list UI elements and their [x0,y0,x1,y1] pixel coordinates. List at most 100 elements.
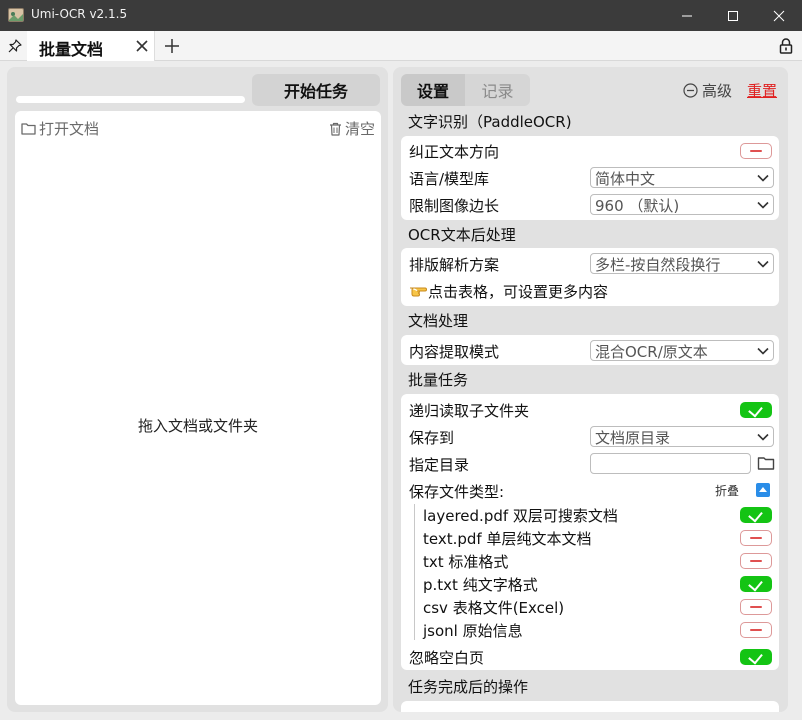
card-ocr: 纠正文本方向 语言/模型库 简体中文 限制图像边长 960 （默认) [401,136,779,220]
limit-side-select[interactable]: 960 （默认) [590,194,774,215]
row-language: 语言/模型库 简体中文 [401,166,779,189]
left-panel: 开始任务 打开文档 清空 拖入文档或文件夹 [7,67,388,712]
file-type-toggle-txt[interactable] [740,553,772,569]
card-after [401,701,779,712]
app-icon [8,8,24,22]
chevron-down-icon [757,201,769,209]
row-file-type: txt 标准格式 [401,549,779,572]
window-title: Umi-OCR v2.1.5 [31,7,128,21]
save-to-value: 文档原目录 [595,429,671,447]
clear-button[interactable]: 清空 [329,118,375,139]
minimize-button[interactable] [664,0,710,31]
correct-direction-toggle[interactable] [740,143,772,159]
card-batch: 递归读取子文件夹 保存到 文档原目录 指定目录 保存文件类型: 折叠 layer… [401,394,779,670]
drop-hint: 拖入文档或文件夹 [137,417,258,435]
recursive-toggle[interactable] [740,402,772,418]
save-to-select[interactable]: 文档原目录 [590,426,774,447]
tab-settings[interactable]: 设置 [401,74,465,106]
close-window-button[interactable] [756,0,802,31]
layout-label: 排版解析方案 [409,256,500,274]
row-correct-direction: 纠正文本方向 [401,139,779,162]
extract-mode-value: 混合OCR/原文本 [595,343,708,361]
tab-batch-docs[interactable]: 批量文档 [27,31,155,61]
card-doc: 内容提取模式 混合OCR/原文本 [401,335,779,365]
advanced-label: 高级 [702,82,733,100]
section-title-doc: 文档处理 [408,312,469,330]
file-type-label: layered.pdf 双层可搜索文档 [423,507,618,525]
row-table-hint: 点击表格，可设置更多内容 [401,279,779,302]
minimize-icon [682,15,692,16]
file-type-label: jsonl 原始信息 [423,622,523,640]
row-ignore-blank: 忽略空白页 [401,645,779,668]
tab-records[interactable]: 记录 [465,74,530,106]
collapse-icon[interactable] [756,483,770,497]
row-limit-side: 限制图像边长 960 （默认) [401,193,779,216]
start-task-button[interactable]: 开始任务 [252,74,380,106]
ignore-blank-toggle[interactable] [740,649,772,665]
limit-side-label: 限制图像边长 [409,197,500,215]
row-file-type: text.pdf 单层纯文本文档 [401,526,779,549]
add-tab-button[interactable] [160,35,184,57]
language-value: 简体中文 [595,170,656,188]
lock-button[interactable] [776,36,796,56]
close-icon [773,10,785,21]
minus-circle-icon [683,83,698,98]
file-types-label: 保存文件类型: [409,483,505,501]
trash-icon [329,122,341,136]
file-type-label: p.txt 纯文字格式 [423,576,538,594]
open-docs-button[interactable]: 打开文档 [21,118,99,139]
file-type-toggle-layered-pdf[interactable] [740,507,772,523]
layout-select[interactable]: 多栏-按自然段换行 [590,253,774,274]
clear-label: 清空 [344,120,375,138]
file-type-label: txt 标准格式 [423,553,509,571]
layout-value: 多栏-按自然段换行 [595,256,721,274]
chevron-down-icon [757,433,769,441]
tab-close-button[interactable] [132,36,152,56]
advanced-button[interactable]: 高级 [683,80,732,101]
correct-direction-label: 纠正文本方向 [409,143,500,161]
language-label: 语言/模型库 [409,170,490,188]
row-save-to: 保存到 文档原目录 [401,425,779,448]
row-recursive: 递归读取子文件夹 [401,398,779,421]
file-drop-area[interactable]: 打开文档 清空 拖入文档或文件夹 [15,111,381,705]
save-to-label: 保存到 [409,429,455,447]
row-file-type: layered.pdf 双层可搜索文档 [401,503,779,526]
plus-icon [165,39,179,53]
table-hint-text: 点击表格，可设置更多内容 [428,283,609,301]
collapse-button[interactable]: 折叠 [715,482,739,499]
extract-mode-select[interactable]: 混合OCR/原文本 [590,340,774,361]
language-select[interactable]: 简体中文 [590,167,774,188]
file-type-label: text.pdf 单层纯文本文档 [423,530,592,548]
target-dir-input[interactable] [590,453,751,474]
pointing-hand-icon [410,287,427,297]
section-title-post: OCR文本后处理 [408,226,516,244]
section-title-after: 任务完成后的操作 [408,678,529,696]
chevron-down-icon [757,260,769,268]
card-post: 排版解析方案 多栏-按自然段换行 点击表格，可设置更多内容 [401,248,779,306]
row-extract-mode: 内容提取模式 混合OCR/原文本 [401,339,779,362]
maximize-button[interactable] [710,0,756,31]
extract-mode-label: 内容提取模式 [409,343,500,361]
tab-bar: 批量文档 [0,31,802,61]
lock-icon [779,38,793,54]
close-icon [136,40,148,52]
folder-icon[interactable] [757,455,775,471]
settings-panel: 设置 记录 高级 重置 文字识别（PaddleOCR) 纠正文本方向 语言/模型… [393,67,788,712]
file-type-toggle-csv[interactable] [740,599,772,615]
file-type-label: csv 表格文件(Excel) [423,599,565,617]
pin-icon [8,39,22,53]
recursive-label: 递归读取子文件夹 [409,402,530,420]
pin-button[interactable] [5,36,25,56]
file-type-toggle-jsonl[interactable] [740,622,772,638]
section-title-ocr: 文字识别（PaddleOCR) [408,113,572,131]
row-target-dir: 指定目录 [401,452,779,475]
file-type-toggle-p-txt[interactable] [740,576,772,592]
reset-button[interactable]: 重置 [747,80,777,101]
row-file-type: jsonl 原始信息 [401,618,779,641]
row-file-type: p.txt 纯文字格式 [401,572,779,595]
file-type-toggle-text-pdf[interactable] [740,530,772,546]
row-file-type: csv 表格文件(Excel) [401,595,779,618]
folder-icon [21,123,36,135]
ignore-blank-label: 忽略空白页 [409,649,485,667]
tab-label: 批量文档 [39,40,104,59]
